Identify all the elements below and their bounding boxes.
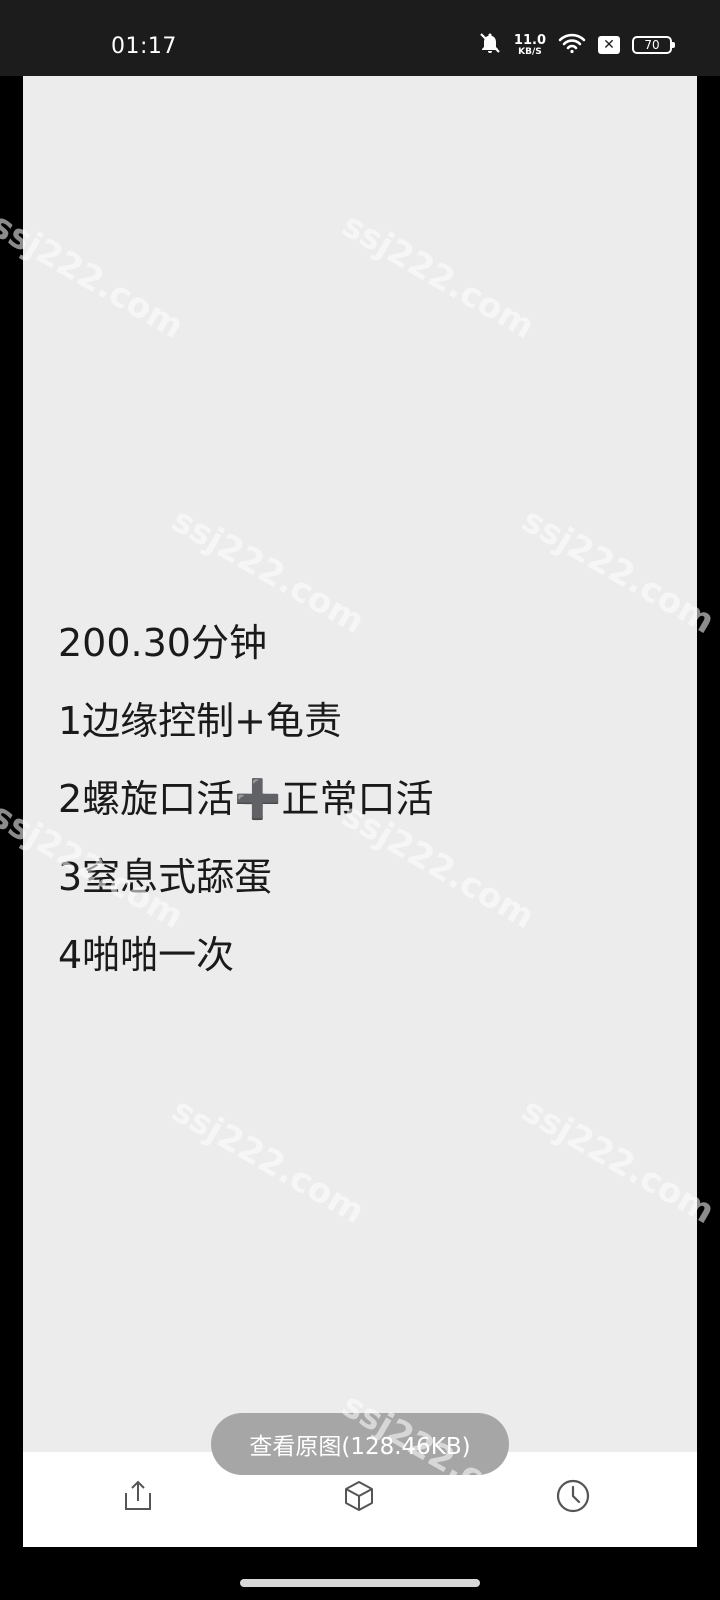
bell-off-icon — [478, 31, 502, 59]
home-indicator[interactable] — [240, 1579, 480, 1587]
content-line-1: 1边缘控制+龟责 — [58, 699, 343, 743]
view-original-button[interactable]: 查看原图(128.46KB) — [211, 1413, 509, 1475]
battery-level: 70 — [644, 38, 660, 52]
net-speed-unit: KB/S — [518, 46, 542, 57]
cube-icon — [342, 1479, 376, 1517]
content-line-duration: 200.30分钟 — [58, 621, 267, 665]
share-button[interactable] — [120, 1480, 156, 1516]
image-viewer[interactable]: 200.30分钟 1边缘控制+龟责 2螺旋口活➕正常口活 3窒息式舔蛋 4啪啪一… — [23, 76, 697, 1452]
clock-icon — [555, 1478, 591, 1518]
content-line-2: 2螺旋口活➕正常口活 — [58, 777, 434, 821]
content-line-4: 4啪啪一次 — [58, 933, 235, 977]
content-line-3: 3窒息式舔蛋 — [58, 855, 273, 899]
status-icons: 11.0 KB/S ✕ 70 — [478, 30, 675, 60]
status-time: 01:17 — [111, 34, 177, 59]
image-text-content: 200.30分钟 1边缘控制+龟责 2螺旋口活➕正常口活 3窒息式舔蛋 4啪啪一… — [58, 613, 434, 1003]
net-speed-value: 11.0 — [513, 32, 546, 48]
share-icon — [122, 1479, 154, 1517]
history-button[interactable] — [555, 1478, 591, 1518]
model-button[interactable] — [341, 1480, 377, 1516]
sim-disabled-icon: ✕ — [598, 36, 620, 54]
wifi-icon — [558, 32, 586, 58]
network-speed: 11.0 KB/S — [514, 34, 546, 57]
status-bar: 01:17 11.0 KB/S ✕ 70 — [0, 0, 720, 76]
battery-icon: 70 — [632, 36, 675, 54]
